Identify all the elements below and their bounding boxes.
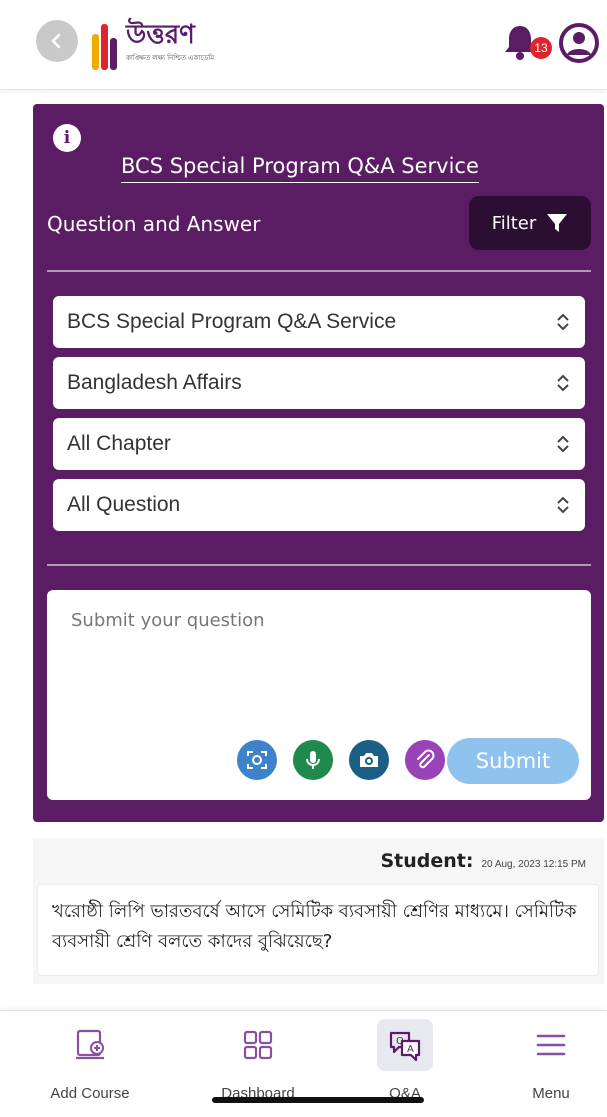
profile-button[interactable]	[558, 22, 600, 64]
scan-icon	[247, 751, 267, 769]
home-indicator	[212, 1097, 424, 1103]
filter-label: Filter	[491, 212, 537, 234]
select-chevron-icon	[557, 374, 569, 392]
nav-menu[interactable]: Menu	[491, 1019, 607, 1109]
nav-qa[interactable]: Q A Q&A	[345, 1019, 465, 1109]
attachment-icon	[417, 749, 435, 769]
question-post: Student: 20 Aug, 2023 12:15 PM খরোষ্ঠী ল…	[33, 838, 604, 984]
svg-text:A: A	[407, 1044, 414, 1055]
nav-label: Add Course	[50, 1085, 130, 1102]
select-chevron-icon	[557, 435, 569, 453]
panel-title: BCS Special Program Q&A Service	[121, 154, 479, 183]
nav-label: Menu	[532, 1085, 570, 1102]
section-label: Question and Answer	[47, 212, 261, 236]
info-icon[interactable]: i	[53, 124, 81, 152]
select-chevron-icon	[557, 313, 569, 331]
logo-mark-icon	[92, 24, 117, 70]
select-value: All Chapter	[67, 432, 171, 455]
divider	[47, 564, 591, 566]
nav-dashboard[interactable]: Dashboard	[198, 1019, 318, 1109]
logo-tagline: কাঙ্ক্ষিত লক্ষ্য নিশ্চিত একাডেমি	[126, 55, 215, 62]
filter-funnel-icon	[547, 214, 568, 232]
scan-button[interactable]	[237, 740, 277, 780]
menu-icon	[536, 1034, 566, 1056]
notifications-button[interactable]: 13	[500, 22, 552, 62]
filter-button[interactable]: Filter	[469, 196, 591, 250]
question-type-select[interactable]: All Question	[53, 479, 585, 531]
nav-add-course[interactable]: Add Course	[30, 1019, 150, 1109]
post-date: 20 Aug, 2023 12:15 PM	[481, 859, 586, 870]
qa-icon: Q A	[389, 1031, 421, 1062]
program-select[interactable]: BCS Special Program Q&A Service	[53, 296, 585, 348]
chapter-select[interactable]: All Chapter	[53, 418, 585, 470]
microphone-button[interactable]	[293, 740, 333, 780]
subject-select[interactable]: Bangladesh Affairs	[53, 357, 585, 409]
microphone-icon	[306, 751, 320, 769]
qa-panel: i BCS Special Program Q&A Service Questi…	[33, 104, 604, 822]
submit-button[interactable]: Submit	[447, 738, 579, 784]
select-value: BCS Special Program Q&A Service	[67, 310, 397, 333]
select-value: Bangladesh Affairs	[67, 371, 242, 394]
select-chevron-icon	[557, 496, 569, 514]
camera-icon	[360, 753, 378, 767]
divider	[47, 270, 591, 272]
add-course-icon	[76, 1029, 104, 1060]
post-meta: Student: 20 Aug, 2023 12:15 PM	[380, 850, 586, 872]
post-body[interactable]: খরোষ্ঠী লিপি ভারতবর্ষে আসে সেমিটিক ব্যবস…	[37, 884, 599, 976]
attach-button[interactable]	[405, 740, 445, 780]
back-arrow-icon	[51, 33, 61, 49]
app-logo[interactable]: উত্তরণ কাঙ্ক্ষিত লক্ষ্য নিশ্চিত একাডেমি	[90, 12, 250, 72]
profile-icon	[559, 23, 599, 63]
question-box: Submit	[47, 590, 591, 800]
top-bar: উত্তরণ কাঙ্ক্ষিত লক্ষ্য নিশ্চিত একাডেমি …	[0, 0, 607, 90]
notification-badge: 13	[530, 37, 552, 59]
dashboard-grid-icon	[243, 1030, 273, 1060]
select-value: All Question	[67, 493, 181, 516]
camera-button[interactable]	[349, 740, 389, 780]
post-author: Student:	[380, 850, 474, 872]
back-button[interactable]	[36, 20, 78, 62]
question-input[interactable]	[71, 610, 571, 730]
